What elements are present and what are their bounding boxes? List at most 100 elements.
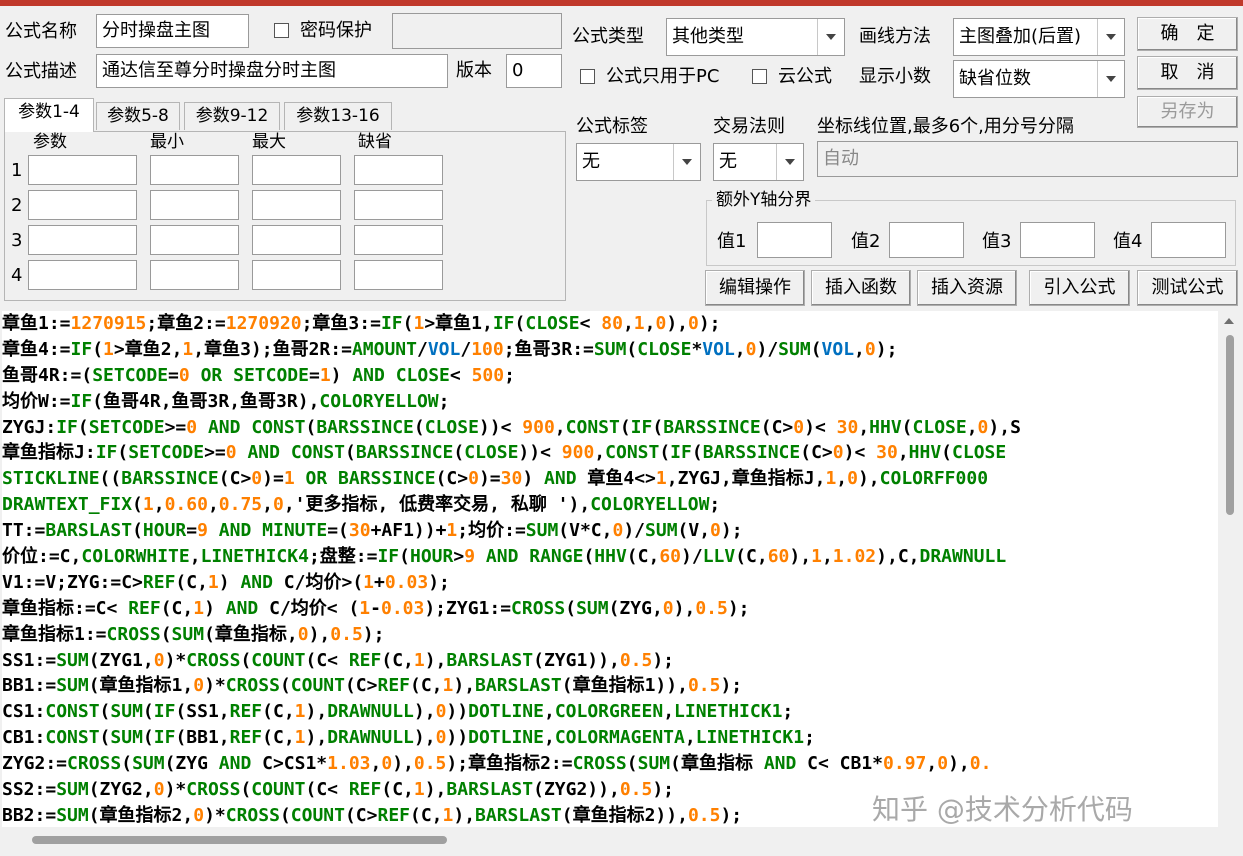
code-line[interactable]: SS1:=SUM(ZYG1,0)*CROSS(COUNT(C< REF(C,1)… xyxy=(2,648,1218,674)
code-token: 0 xyxy=(662,597,674,619)
insert-resource-button[interactable]: 插入资源 xyxy=(917,270,1017,306)
param-max-input[interactable] xyxy=(252,190,341,220)
code-line[interactable]: TT:=BARSLAST(HOUR=9 AND MINUTE=(30+AF1))… xyxy=(2,518,1218,544)
param-min-input[interactable] xyxy=(150,260,239,290)
code-token: ( xyxy=(810,338,822,360)
cancel-button[interactable]: 取 消 xyxy=(1137,56,1238,90)
code-line[interactable]: CB1:CONST(SUM(IF(BB1,REF(C,1),DRAWNULL),… xyxy=(2,725,1218,751)
param-default-input[interactable] xyxy=(354,260,443,290)
param-name-input[interactable] xyxy=(28,260,137,290)
code-line[interactable]: 均价W:=IF(鱼哥4R,鱼哥3R,鱼哥3R),COLORYELLOW; xyxy=(2,389,1218,415)
code-token: DRAWNULL xyxy=(919,546,1007,568)
axis-lines-input[interactable]: 自动 xyxy=(817,141,1238,177)
code-token: BARSSINCE xyxy=(121,468,219,490)
code-line[interactable]: 章鱼指标1:=CROSS(SUM(章鱼指标,0),0.5); xyxy=(2,622,1218,648)
code-line[interactable]: 章鱼指标:=C< REF(C,1) AND C/均价< (1-0.03);ZYG… xyxy=(2,596,1218,622)
cloud-formula-checkbox[interactable] xyxy=(752,69,767,84)
code-editor[interactable]: 章鱼1:=1270915;章鱼2:=1270920;章鱼3:=IF(1>章鱼1,… xyxy=(2,311,1218,827)
code-token: SUM xyxy=(576,597,609,619)
code-token: DOTLINE xyxy=(468,727,544,749)
code-line[interactable]: 章鱼1:=1270915;章鱼2:=1270920;章鱼3:=IF(1>章鱼1,… xyxy=(2,311,1218,337)
code-token: =( xyxy=(327,520,349,542)
param-max-input[interactable] xyxy=(252,260,341,290)
param-min-input[interactable] xyxy=(150,225,239,255)
save-as-button[interactable]: 另存为 xyxy=(1137,96,1238,128)
code-token: ( xyxy=(240,779,252,801)
edit-operations-button[interactable]: 编辑操作 xyxy=(705,270,805,306)
extra-y-value4-input[interactable] xyxy=(1151,222,1226,258)
code-token: ( xyxy=(402,313,414,334)
param-name-input[interactable] xyxy=(28,155,137,185)
extra-y-value3-input[interactable] xyxy=(1020,222,1095,258)
password-checkbox[interactable] xyxy=(274,23,289,38)
formula-tag-label: 公式标签 xyxy=(576,116,648,137)
code-token: COLORYELLOW xyxy=(319,390,439,412)
code-line[interactable]: V1:=V;ZYG:=C>REF(C,1) AND C/均价>(1+0.03); xyxy=(2,570,1218,596)
tab-params-13-16[interactable]: 参数13-16 xyxy=(284,102,392,130)
code-token: CONST xyxy=(45,701,100,723)
param-default-input[interactable] xyxy=(354,155,443,185)
param-max-input[interactable] xyxy=(252,225,341,255)
formula-name-input[interactable]: 分时操盘主图 xyxy=(96,14,249,48)
code-token: CROSS xyxy=(225,675,280,697)
code-token: 1 xyxy=(633,313,645,334)
tab-params-1-4[interactable]: 参数1-4 xyxy=(4,98,94,132)
code-token: COLORMAGENTA xyxy=(554,727,685,749)
code-token: SETCODE xyxy=(128,442,205,464)
code-line[interactable]: STICKLINE((BARSSINCE(C>0)=1 OR BARSSINCE… xyxy=(2,466,1218,492)
vertical-scroll-thumb[interactable] xyxy=(1226,335,1234,515)
code-token: 0.03 xyxy=(380,597,425,619)
ok-button[interactable]: 确 定 xyxy=(1137,17,1238,51)
scroll-up-arrow-icon[interactable] xyxy=(1224,318,1234,324)
code-token: 0 xyxy=(847,468,858,490)
code-line[interactable]: 价位:=C,COLORWHITE,LINETHICK4;盘整:=IF(HOUR>… xyxy=(2,544,1218,570)
trade-rule-select[interactable]: 无 xyxy=(713,143,804,181)
import-formula-button[interactable]: 引入公式 xyxy=(1029,270,1130,306)
code-token: REF xyxy=(229,727,263,749)
code-token: ( xyxy=(659,442,671,464)
code-line[interactable]: CS1:CONST(SUM(IF(SS1,REF(C,1),DRAWNULL),… xyxy=(2,699,1218,725)
code-token: 1 xyxy=(319,364,331,386)
code-token: (SS1, xyxy=(175,701,230,723)
decimals-select[interactable]: 缺省位数 xyxy=(953,60,1125,98)
param-default-input[interactable] xyxy=(354,225,443,255)
code-token: ( xyxy=(117,442,129,464)
code-line[interactable]: BB1:=SUM(章鱼指标1,0)*CROSS(COUNT(C>REF(C,1)… xyxy=(2,673,1218,699)
param-min-input[interactable] xyxy=(150,155,239,185)
code-token: ( xyxy=(279,804,291,826)
test-formula-button[interactable]: 测试公式 xyxy=(1137,270,1238,306)
code-token: 0 xyxy=(272,494,284,516)
extra-y-value1-input[interactable] xyxy=(757,222,832,258)
code-token: ( xyxy=(691,442,703,464)
extra-y-value2-input[interactable] xyxy=(889,222,964,258)
pc-only-checkbox[interactable] xyxy=(580,69,595,84)
draw-method-select[interactable]: 主图叠加(后置) xyxy=(953,18,1125,56)
version-input[interactable]: 0 xyxy=(506,54,562,88)
param-min-input[interactable] xyxy=(150,190,239,220)
code-line[interactable]: ZYG2:=CROSS(SUM(ZYG AND C>CS1*1.03,0),0.… xyxy=(2,751,1218,777)
code-line[interactable]: ZYGJ:IF(SETCODE>=0 AND CONST(BARSSINCE(C… xyxy=(2,415,1218,441)
formula-tag-select[interactable]: 无 xyxy=(576,143,701,181)
param-name-input[interactable] xyxy=(28,190,137,220)
code-token: HOUR xyxy=(142,520,187,542)
tab-params-9-12[interactable]: 参数9-12 xyxy=(184,102,280,130)
param-max-input[interactable] xyxy=(252,155,341,185)
formula-desc-input[interactable]: 通达信至尊分时操盘分时主图 xyxy=(96,54,448,88)
tab-params-5-8[interactable]: 参数5-8 xyxy=(96,102,180,130)
code-line[interactable]: 章鱼4:=IF(1>章鱼2,1,章鱼3);鱼哥2R:=AMOUNT/VOL/10… xyxy=(2,337,1218,363)
insert-function-button[interactable]: 插入函数 xyxy=(811,270,911,306)
code-line[interactable]: DRAWTEXT_FIX(1,0.60,0.75,0,'更多指标, 低费率交易,… xyxy=(2,492,1218,518)
param-name-input[interactable] xyxy=(28,225,137,255)
param-default-input[interactable] xyxy=(354,190,443,220)
code-token: 鱼哥4R:=( xyxy=(2,364,93,386)
code-token: ; xyxy=(782,701,794,723)
code-token: STICKLINE xyxy=(2,468,100,490)
formula-type-label: 公式类型 xyxy=(572,26,644,47)
code-token: >= xyxy=(164,416,187,438)
code-token: BARSSINCE xyxy=(316,416,414,438)
formula-type-select[interactable]: 其他类型 xyxy=(666,18,845,56)
password-input[interactable] xyxy=(392,13,562,49)
code-line[interactable]: 章鱼指标J:IF(SETCODE>=0 AND CONST(BARSSINCE(… xyxy=(2,440,1218,466)
horizontal-scroll-thumb[interactable] xyxy=(32,836,447,844)
code-line[interactable]: 鱼哥4R:=(SETCODE=0 OR SETCODE=1) AND CLOSE… xyxy=(2,363,1218,389)
